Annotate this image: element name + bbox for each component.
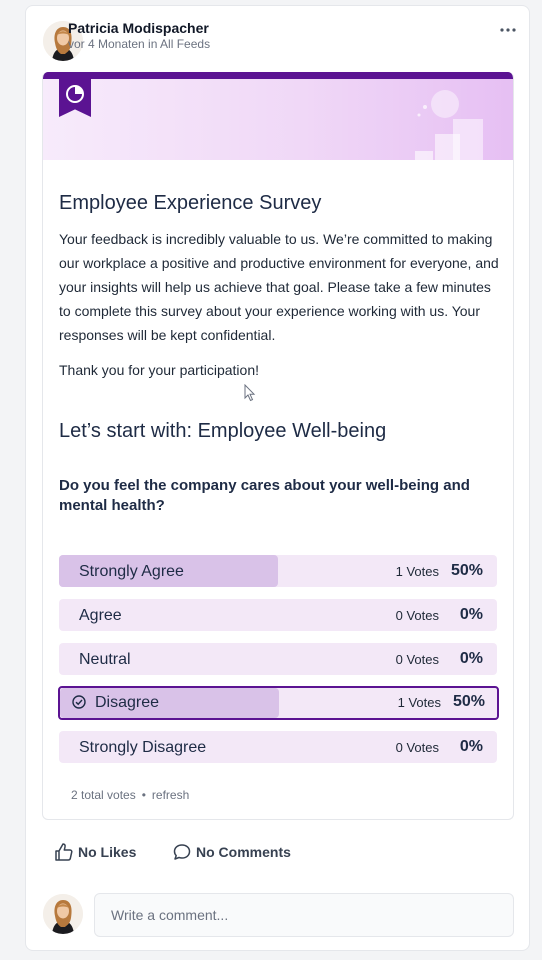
poll-option-strongly-disagree[interactable]: Strongly Disagree 0 Votes 0% [59,731,497,763]
option-votes: 0 Votes [395,740,439,755]
survey-banner [43,72,513,160]
poll-footer: 2 total votes • refresh [71,788,189,802]
option-percent: 0% [459,606,483,623]
poll-option-neutral[interactable]: Neutral 0 Votes 0% [59,643,497,675]
thumbs-up-icon [55,843,73,861]
pie-chart-icon [66,85,84,103]
option-label: Agree [79,607,122,624]
option-votes: 1 Votes [397,695,441,710]
separator-dot: • [141,788,146,802]
option-percent: 0% [459,738,483,755]
option-percent: 50% [452,693,485,710]
poll-option-strongly-agree[interactable]: Strongly Agree 1 Votes 50% [59,555,497,587]
total-votes: 2 total votes [71,788,136,802]
option-percent: 0% [459,650,483,667]
comment-bubble-icon [173,844,191,860]
current-user-avatar [43,894,83,934]
option-votes: 0 Votes [395,652,439,667]
section-title: Let’s start with: Employee Well-being [59,420,387,442]
refresh-link[interactable]: refresh [152,788,189,802]
survey-card: Employee Experience Survey Your feedback… [42,72,514,820]
more-dots-icon [500,28,516,32]
option-label: Strongly Agree [79,563,184,580]
survey-ribbon [59,79,91,117]
option-label: Strongly Disagree [79,739,207,756]
thanks-text: Thank you for your participation! [59,362,259,378]
likes-label: No Likes [78,844,137,860]
author-name[interactable]: Patricia Modispacher [68,20,209,36]
question-text: Do you feel the company cares about your… [59,477,470,514]
survey-description: Your feedback is incredibly valuable to … [59,231,499,343]
banner-decoration-icon [415,90,483,160]
more-options-button[interactable] [498,20,518,40]
option-votes: 1 Votes [395,564,439,579]
option-votes: 0 Votes [395,608,439,623]
option-label: Disagree [95,694,160,711]
poll-option-disagree[interactable]: Disagree 1 Votes 50% [58,686,499,720]
vote-share-bar [60,688,279,718]
option-percent: 50% [450,562,483,579]
comments-label: No Comments [196,844,291,860]
poll-option-agree[interactable]: Agree 0 Votes 0% [59,599,497,631]
post-meta: vor 4 Monaten in All Feeds [68,37,211,51]
survey-title: Employee Experience Survey [59,192,322,214]
like-button[interactable]: No Likes [54,842,144,862]
comment-input[interactable] [94,893,514,937]
option-label: Neutral [79,651,131,668]
comment-button[interactable]: No Comments [172,842,298,862]
check-circle-icon [72,695,86,709]
mouse-cursor-icon [244,384,256,402]
